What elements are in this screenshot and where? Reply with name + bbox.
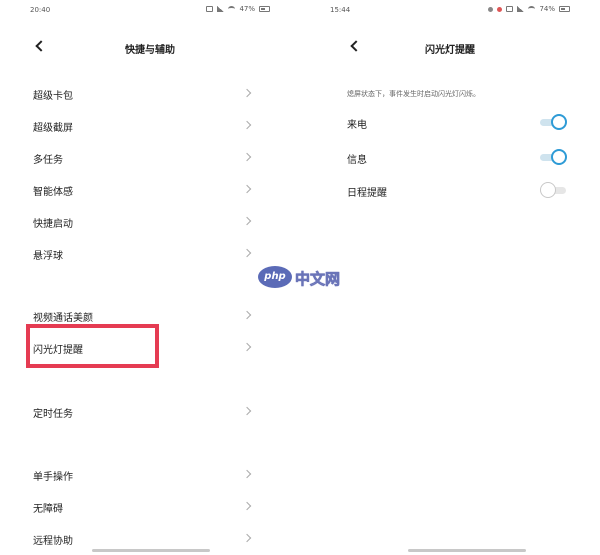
toggle-switch[interactable] — [540, 149, 568, 165]
list-item-label: 悬浮球 — [33, 251, 63, 262]
list-item-label: 视频通话美颜 — [33, 313, 93, 324]
setting-label: 信息 — [347, 155, 367, 166]
list-item-super-card[interactable]: 超级卡包 — [0, 80, 300, 106]
list-item-label: 定时任务 — [33, 409, 73, 420]
list-item-multitask[interactable]: 多任务 — [0, 144, 300, 170]
toggle-knob — [551, 149, 567, 165]
left-screen: 20:40 47% 快捷与辅助 超级卡包 超级截屏 多任务 智能体感 快捷启动 … — [0, 0, 300, 555]
status-bar: 15:44 74% — [300, 0, 600, 20]
home-indicator[interactable] — [408, 549, 526, 552]
setting-row-message: 信息 — [300, 145, 600, 169]
sim-icon — [506, 6, 514, 12]
list-item-label: 快捷启动 — [33, 219, 73, 230]
chevron-right-icon — [244, 248, 252, 258]
chevron-right-icon — [244, 342, 252, 352]
notification-icon — [488, 6, 494, 12]
wifi-icon — [228, 6, 236, 12]
status-icons: 74% — [488, 5, 570, 13]
signal-icon — [217, 6, 225, 12]
list-item-label: 超级卡包 — [33, 91, 73, 102]
chevron-right-icon — [244, 469, 252, 479]
list-item-quick-launch[interactable]: 快捷启动 — [0, 208, 300, 234]
chevron-right-icon — [244, 216, 252, 226]
battery-level: 47% — [239, 5, 255, 13]
toggle-switch[interactable] — [540, 114, 568, 130]
sim-icon — [206, 6, 214, 12]
toggle-knob — [551, 114, 567, 130]
notification-icon — [497, 6, 503, 12]
setting-label: 日程提醒 — [347, 188, 387, 199]
highlight-box — [26, 324, 159, 368]
list-item-label: 超级截屏 — [33, 123, 73, 134]
setting-label: 来电 — [347, 120, 367, 131]
description-text: 熄屏状态下，事件发生时启动闪光灯闪烁。 — [347, 90, 480, 98]
toggle-knob — [540, 182, 556, 198]
list-item-remote-assist[interactable]: 远程协助 — [0, 525, 300, 551]
list-item-label: 智能体感 — [33, 187, 73, 198]
list-item-label: 多任务 — [33, 155, 63, 166]
page-title: 快捷与辅助 — [125, 45, 175, 56]
wifi-icon — [528, 6, 536, 12]
chevron-right-icon — [244, 406, 252, 416]
setting-row-incoming-call: 来电 — [300, 110, 600, 134]
chevron-right-icon — [244, 533, 252, 543]
chevron-right-icon — [244, 152, 252, 162]
status-time: 15:44 — [330, 6, 351, 14]
page-title: 闪光灯提醒 — [425, 45, 475, 56]
chevron-right-icon — [244, 88, 252, 98]
list-item-label: 远程协助 — [33, 536, 73, 547]
status-time: 20:40 — [30, 6, 51, 14]
list-item-super-screenshot[interactable]: 超级截屏 — [0, 112, 300, 138]
status-icons: 47% — [206, 5, 270, 13]
list-item-label: 单手操作 — [33, 472, 73, 483]
watermark-text: 中文网 — [295, 270, 341, 289]
right-header: 闪光灯提醒 — [300, 34, 600, 60]
battery-icon — [559, 6, 570, 12]
chevron-right-icon — [244, 310, 252, 320]
list-item-accessibility[interactable]: 无障碍 — [0, 493, 300, 519]
battery-level: 74% — [539, 5, 555, 13]
list-item-smart-motion[interactable]: 智能体感 — [0, 176, 300, 202]
toggle-switch[interactable] — [540, 182, 568, 198]
list-item-scheduled-task[interactable]: 定时任务 — [0, 398, 300, 424]
list-item-floating-ball[interactable]: 悬浮球 — [0, 240, 300, 266]
home-indicator[interactable] — [92, 549, 210, 552]
list-item-label: 无障碍 — [33, 504, 63, 515]
chevron-right-icon — [244, 501, 252, 511]
chevron-right-icon — [244, 120, 252, 130]
setting-row-calendar: 日程提醒 — [300, 178, 600, 202]
signal-icon — [517, 6, 525, 12]
chevron-right-icon — [244, 184, 252, 194]
watermark: php 中文网 — [258, 266, 350, 290]
list-item-one-hand[interactable]: 单手操作 — [0, 461, 300, 487]
left-header: 快捷与辅助 — [0, 34, 300, 60]
watermark-logo: php — [258, 266, 292, 288]
status-bar: 20:40 47% — [0, 0, 300, 20]
battery-icon — [259, 6, 270, 12]
